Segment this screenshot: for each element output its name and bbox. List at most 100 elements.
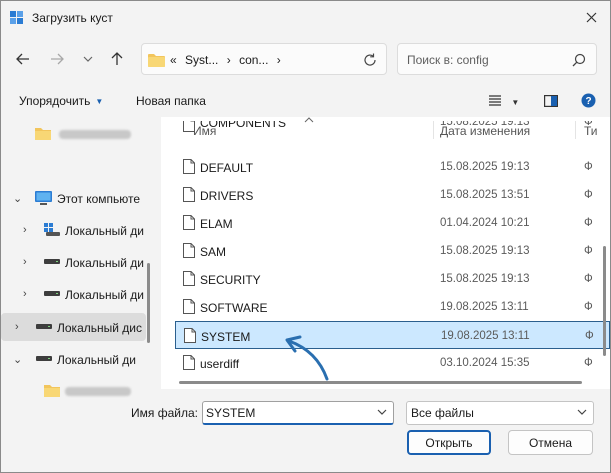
computer-icon	[35, 191, 52, 205]
file-list: Имя Дата изменения Ти COMPONENTS 15.08.20…	[161, 117, 610, 389]
drive-icon	[44, 291, 60, 296]
chevron-down-icon: ⌄	[13, 354, 23, 366]
file-type: Ф	[584, 301, 593, 313]
file-row[interactable]: userdiff 03.10.2024 15:35 Ф	[175, 349, 610, 377]
file-type: Ф	[584, 217, 593, 229]
close-button[interactable]	[578, 5, 604, 29]
tree-item-blurred-folder[interactable]	[1, 377, 146, 398]
chevron-down-icon[interactable]	[377, 407, 387, 417]
tree-item-local-disk[interactable]: › Локальный ди	[1, 216, 146, 244]
recent-locations-button[interactable]	[77, 48, 99, 70]
caret-down-icon: ▼	[511, 98, 520, 107]
breadcrumb-separator[interactable]: ›	[277, 53, 281, 67]
tree-item-label: Этот компьюте	[57, 192, 141, 206]
organize-label: Упорядочить	[19, 94, 91, 108]
filename-label: Имя файла:	[131, 406, 198, 420]
search-icon	[572, 53, 586, 67]
chevron-down-icon	[83, 56, 93, 62]
blurred-label	[59, 130, 131, 139]
breadcrumb-item[interactable]: con...	[239, 53, 268, 67]
load-hive-dialog: Загрузить куст « Syst... › con... › Поис…	[0, 0, 611, 473]
svg-text:?: ?	[585, 96, 591, 107]
list-view-icon	[489, 95, 501, 106]
title-bar: Загрузить куст	[1, 1, 610, 35]
file-type: Ф	[584, 161, 593, 173]
forward-button[interactable]	[46, 48, 68, 70]
new-folder-label: Новая папка	[136, 94, 206, 108]
file-name: SECURITY	[200, 273, 261, 287]
preview-pane-button[interactable]	[544, 95, 559, 110]
search-input[interactable]: Поиск в: config	[407, 53, 489, 67]
file-row[interactable]: SAM 15.08.2025 19:13 Ф	[175, 237, 610, 265]
file-date: 15.08.2025 19:13	[440, 273, 530, 285]
tree-item-blurred-folder[interactable]	[1, 120, 146, 148]
folder-icon	[148, 54, 165, 67]
file-icon	[183, 215, 195, 230]
file-list-horizontal-scrollbar[interactable]	[179, 381, 582, 384]
tree-item-label: Локальный ди	[65, 256, 144, 270]
file-list-scrollbar[interactable]	[603, 246, 606, 356]
file-row[interactable]: COMPONENTS 15.08.2025 19:13 Ф	[175, 121, 610, 139]
tree-item-local-disk[interactable]: › Локальный ди	[1, 248, 146, 276]
file-name: DRIVERS	[200, 189, 254, 203]
organize-button[interactable]: Упорядочить ▼	[19, 94, 103, 108]
breadcrumb: « Syst... › con... ›	[170, 53, 286, 67]
tree-scrollbar[interactable]	[147, 263, 150, 343]
file-row[interactable]: DEFAULT 15.08.2025 19:13 Ф	[175, 153, 610, 181]
drive-icon	[36, 324, 52, 329]
chevron-right-icon: ›	[23, 288, 27, 300]
windows-drive-icon	[44, 223, 60, 236]
file-row[interactable]: DRIVERS 15.08.2025 13:51 Ф	[175, 181, 610, 209]
address-bar[interactable]: « Syst... › con... ›	[141, 43, 387, 75]
file-row-selected[interactable]: SYSTEM 19.08.2025 13:11 Ф	[175, 321, 610, 349]
file-row[interactable]: SOFTWARE 19.08.2025 13:11 Ф	[175, 293, 610, 321]
tree-item-label: Локальный ди	[57, 353, 136, 367]
file-type: Ф	[584, 189, 593, 201]
file-type-select[interactable]: Все файлы	[406, 401, 594, 425]
drive-icon	[36, 356, 52, 361]
file-date: 01.04.2024 10:21	[440, 217, 530, 229]
file-icon	[183, 121, 195, 132]
tree-item-local-disk[interactable]: › Локальный ди	[1, 280, 146, 308]
chevron-right-icon: ›	[15, 321, 19, 333]
arrow-right-icon	[51, 53, 64, 65]
breadcrumb-separator[interactable]: ›	[227, 53, 231, 67]
tree-item-local-disk-selected[interactable]: › Локальный дис	[1, 313, 146, 341]
up-button[interactable]	[106, 48, 128, 70]
file-name: SOFTWARE	[200, 301, 268, 315]
breadcrumb-item[interactable]: Syst...	[185, 53, 218, 67]
cancel-button[interactable]: Отмена	[508, 430, 593, 455]
file-date: 15.08.2025 13:51	[440, 189, 530, 201]
back-button[interactable]	[12, 48, 34, 70]
search-box[interactable]: Поиск в: config	[397, 43, 597, 75]
window-title: Загрузить куст	[32, 11, 113, 25]
file-icon	[184, 328, 196, 343]
file-row[interactable]: ELAM 01.04.2024 10:21 Ф	[175, 209, 610, 237]
refresh-icon[interactable]	[362, 52, 378, 68]
file-date: 15.08.2025 19:13	[440, 245, 530, 257]
file-icon	[183, 271, 195, 286]
preview-pane-icon	[544, 95, 559, 108]
view-options-button[interactable]: ▼	[489, 95, 519, 109]
file-type: Ф	[585, 330, 594, 342]
file-name: ELAM	[200, 217, 233, 231]
tree-item-local-disk[interactable]: ⌄ Локальный ди	[1, 345, 146, 373]
file-date: 15.08.2025 19:13	[440, 161, 530, 173]
filename-input[interactable]: SYSTEM	[202, 401, 394, 425]
file-row[interactable]: SECURITY 15.08.2025 19:13 Ф	[175, 265, 610, 293]
tree-item-this-pc[interactable]: ⌄ Этот компьюте	[1, 184, 146, 212]
tree-item-label: Локальный дис	[57, 321, 142, 335]
annotation-arrow-icon	[285, 335, 329, 381]
help-button[interactable]: ?	[581, 93, 596, 111]
registry-app-icon	[10, 11, 23, 24]
open-button[interactable]: Открыть	[407, 430, 491, 455]
tree-item-label: Локальный ди	[65, 288, 144, 302]
file-date: 15.08.2025 19:13	[440, 121, 530, 128]
breadcrumb-overflow[interactable]: «	[170, 53, 177, 67]
command-bar: Упорядочить ▼ Новая папка ▼ ?	[1, 87, 610, 115]
blurred-label	[65, 387, 131, 396]
file-type: Ф	[584, 121, 593, 128]
new-folder-button[interactable]: Новая папка	[136, 94, 206, 108]
file-date: 19.08.2025 13:11	[441, 330, 530, 342]
drive-icon	[44, 259, 60, 264]
